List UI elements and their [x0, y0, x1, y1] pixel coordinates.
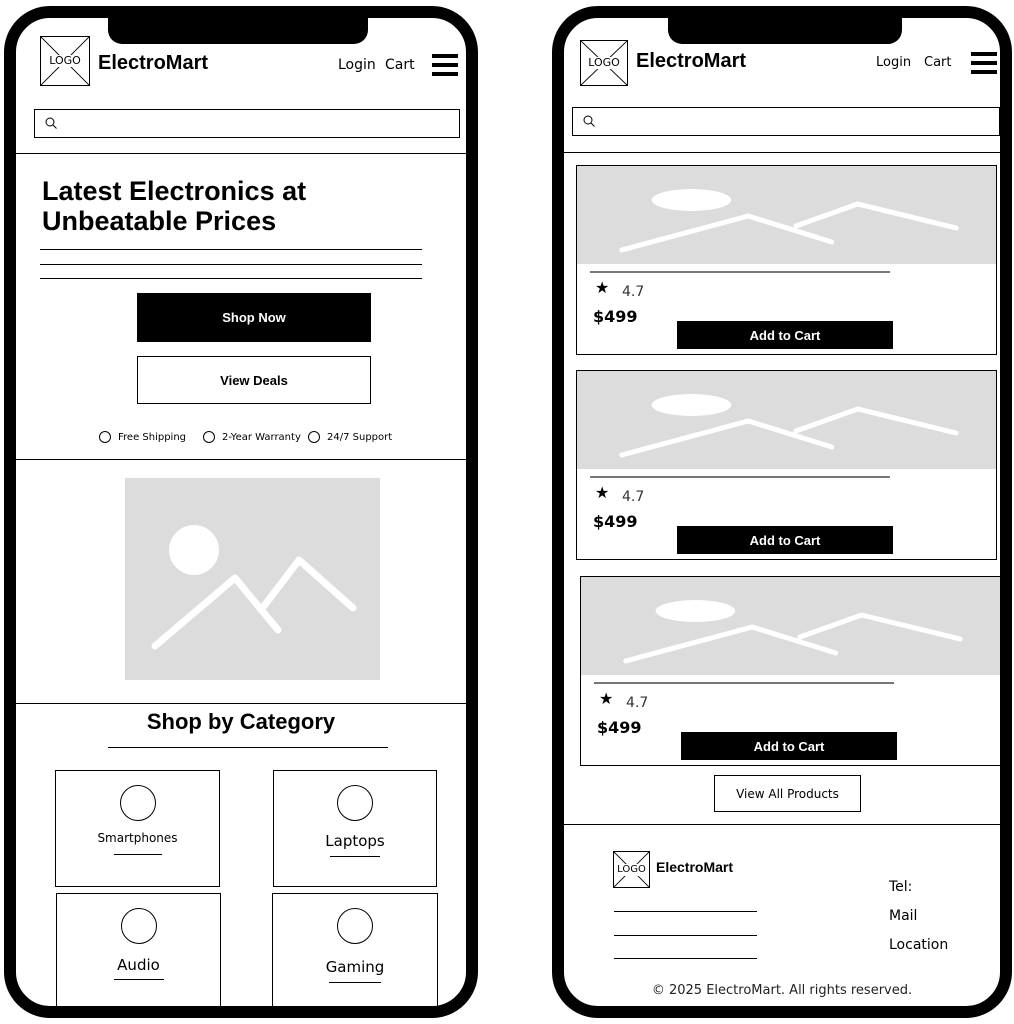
- search-icon: [583, 115, 595, 127]
- phone-notch: [108, 18, 368, 44]
- footer-text-line: [614, 911, 757, 912]
- category-label: Smartphones: [97, 831, 178, 845]
- feature-label: 24/7 Support: [327, 431, 393, 443]
- title-underline: [108, 747, 388, 748]
- logo-text: LOGO: [616, 863, 647, 876]
- product-card[interactable]: ★ 4.7 $499 Add to Cart: [576, 165, 997, 355]
- view-deals-button[interactable]: View Deals: [137, 356, 371, 404]
- hero-title: Latest Electronics at Unbeatable Prices: [42, 176, 307, 236]
- product-card[interactable]: ★ 4.7 $499 Add to Cart: [580, 576, 1000, 766]
- hero-text-line: [40, 278, 422, 279]
- hero-text-line: [40, 249, 422, 250]
- product-image: [577, 371, 996, 469]
- feature-support: 24/7 Support: [308, 431, 392, 443]
- search-icon: [45, 117, 57, 129]
- product-image: [577, 166, 996, 264]
- footer-location: Location: [889, 937, 949, 953]
- product-rating: 4.7: [626, 695, 649, 711]
- category-label: Laptops: [325, 832, 385, 850]
- footer-logo[interactable]: LOGO: [613, 851, 650, 888]
- category-card-gaming[interactable]: Gaming: [272, 893, 438, 1006]
- category-card-smartphones[interactable]: Smartphones: [55, 770, 220, 887]
- circle-icon: [99, 431, 111, 443]
- footer-divider: [564, 824, 1000, 825]
- add-to-cart-button[interactable]: Add to Cart: [681, 732, 897, 760]
- product-price: $499: [593, 512, 638, 531]
- login-link[interactable]: Login: [876, 55, 911, 70]
- shop-now-button[interactable]: Shop Now: [137, 293, 371, 342]
- search-bar[interactable]: [34, 109, 460, 138]
- image-placeholder-icon: [619, 394, 959, 458]
- image-placeholder-icon: [623, 600, 963, 664]
- view-all-products-button[interactable]: View All Products: [714, 775, 861, 812]
- category-section-title: Shop by Category: [146, 709, 336, 734]
- phone-frame-home: LOGO ElectroMart Login Cart Latest Elect…: [4, 6, 478, 1018]
- product-title-line: [590, 271, 890, 273]
- footer-copyright: © 2025 ElectroMart. All rights reserved.: [651, 983, 913, 998]
- phone-frame-products: LOGO ElectroMart Login Cart ★ 4.7 $499 A…: [552, 6, 1012, 1018]
- category-card-laptops[interactable]: Laptops: [273, 770, 437, 887]
- image-placeholder-icon: [619, 189, 959, 253]
- footer-text-line: [614, 958, 757, 959]
- feature-label: Free Shipping: [118, 431, 187, 443]
- product-card[interactable]: ★ 4.7 $499 Add to Cart: [576, 370, 997, 560]
- add-to-cart-button[interactable]: Add to Cart: [677, 526, 893, 554]
- header-divider: [564, 152, 1000, 153]
- footer-text-line: [614, 935, 757, 936]
- star-icon: ★: [595, 280, 610, 297]
- brand-name[interactable]: ElectroMart: [98, 52, 208, 75]
- feature-warranty: 2-Year Warranty: [203, 431, 301, 443]
- image-divider: [16, 703, 466, 704]
- product-image: [581, 577, 1000, 675]
- hero-divider: [16, 459, 466, 460]
- feature-free-shipping: Free Shipping: [99, 431, 186, 443]
- product-price: $499: [597, 718, 642, 737]
- hamburger-menu-icon[interactable]: [432, 54, 458, 76]
- feature-label: 2-Year Warranty: [222, 431, 301, 443]
- hamburger-menu-icon[interactable]: [971, 52, 997, 74]
- product-rating: 4.7: [622, 489, 645, 505]
- product-price: $499: [593, 307, 638, 326]
- login-link[interactable]: Login: [338, 57, 376, 73]
- category-underline: [329, 982, 381, 983]
- category-label: Gaming: [325, 958, 385, 976]
- footer-mail[interactable]: Mail: [889, 908, 917, 924]
- footer-tel: Tel:: [889, 879, 913, 895]
- hero-text-line: [40, 264, 422, 265]
- logo-text: LOGO: [587, 56, 621, 69]
- product-title-line: [590, 476, 890, 478]
- circle-icon: [308, 431, 320, 443]
- category-card-audio[interactable]: Audio: [56, 893, 221, 1006]
- product-rating: 4.7: [622, 284, 645, 300]
- cart-link[interactable]: Cart: [924, 55, 952, 70]
- search-input[interactable]: [65, 112, 453, 132]
- cart-link[interactable]: Cart: [385, 57, 415, 73]
- category-underline: [113, 979, 164, 980]
- header-divider: [16, 153, 466, 154]
- category-underline: [113, 854, 162, 855]
- product-title-line: [594, 682, 894, 684]
- circle-icon: [119, 785, 156, 821]
- star-icon: ★: [599, 691, 614, 708]
- logo[interactable]: LOGO: [40, 36, 90, 86]
- logo-text: LOGO: [48, 54, 82, 67]
- add-to-cart-button[interactable]: Add to Cart: [677, 321, 893, 349]
- circle-icon: [120, 908, 157, 944]
- circle-icon: [337, 785, 373, 821]
- logo[interactable]: LOGO: [580, 40, 628, 86]
- hero-image: [125, 478, 380, 680]
- category-underline: [330, 856, 380, 857]
- search-bar[interactable]: [572, 107, 1000, 136]
- circle-icon: [337, 908, 373, 944]
- image-placeholder-icon: [151, 525, 357, 650]
- footer-brand-name: ElectroMart: [656, 859, 734, 875]
- category-label: Audio: [117, 956, 160, 974]
- circle-icon: [203, 431, 215, 443]
- phone-notch: [668, 18, 902, 44]
- search-input[interactable]: [603, 110, 993, 130]
- star-icon: ★: [595, 485, 610, 502]
- brand-name[interactable]: ElectroMart: [636, 50, 746, 73]
